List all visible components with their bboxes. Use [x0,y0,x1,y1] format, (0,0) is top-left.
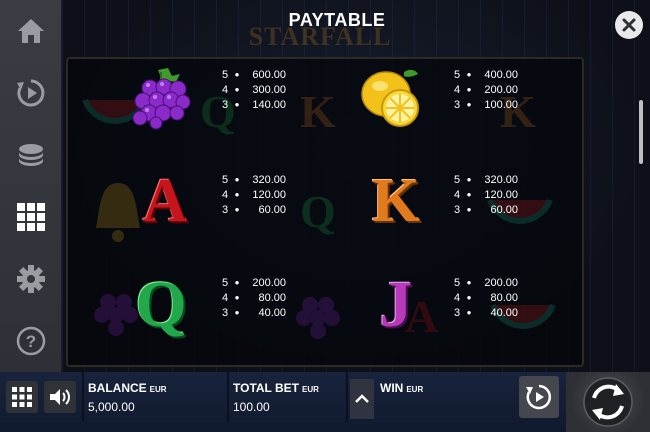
pay-row: 5 ● 320.00 [454,173,518,186]
bottom-bar: BALANCE EUR 5,000.00 TOTAL BET EUR 100.00 … [0,372,650,432]
autoplay-button[interactable] [519,376,559,418]
grid-icon [12,387,32,407]
spin-button[interactable] [566,372,650,432]
bullet-icon: ● [234,293,240,302]
lemon-paytable: 5 ● 400.00 4 ● 200.00 3 ● 100.00 [454,67,518,112]
pay-row: 3 ● 40.00 [222,306,286,319]
autoplay-icon [526,384,552,410]
pay-row: 3 ● 140.00 [222,98,286,111]
j-symbol-icon: J [379,268,413,341]
grid-icon [16,203,45,231]
sound-button[interactable] [44,381,76,413]
win-label: WIN EUR [380,381,424,395]
bullet-icon: ● [466,100,472,109]
a-paytable: 5 ● 320.00 4 ● 120.00 3 ● 60.00 [222,172,286,217]
pay-row: 5 ● 400.00 [454,68,518,81]
balance-value: 5,000.00 [88,400,135,414]
bullet-icon: ● [466,278,472,287]
home-icon [17,19,44,43]
q-symbol-icon: Q [135,268,187,341]
autoplay-icon [16,79,44,107]
total-bet-value: 100.00 [233,400,270,414]
gear-icon [16,265,45,293]
bullet-icon: ● [234,85,240,94]
close-button[interactable] [615,11,643,39]
k-ghost-icon: K [300,86,336,137]
bullet-icon: ● [466,175,472,184]
close-icon [622,18,636,32]
spin-icon [583,377,633,427]
bullet-icon: ● [466,70,472,79]
bet-up-button[interactable] [350,379,374,419]
bullet-icon: ● [466,293,472,302]
pay-row: 3 ● 100.00 [454,98,518,111]
bullet-icon: ● [466,308,472,317]
pay-row: 4 ● 80.00 [454,291,518,304]
grapes-paytable: 5 ● 600.00 4 ● 300.00 3 ● 140.00 [222,67,286,112]
bullet-icon: ● [234,205,240,214]
pay-row: 4 ● 200.00 [454,83,518,96]
paytable-scrollbar[interactable] [639,100,643,164]
divider [82,372,84,422]
bullet-icon: ● [234,278,240,287]
k-paytable: 5 ● 320.00 4 ● 120.00 3 ● 60.00 [454,172,518,217]
pay-row: 3 ● 60.00 [222,203,286,216]
pay-row: 3 ● 60.00 [454,203,518,216]
bullet-icon: ● [234,190,240,199]
j-paytable: 5 ● 200.00 4 ● 80.00 3 ● 40.00 [454,275,518,320]
paytable-button[interactable] [0,186,61,248]
pay-row: 5 ● 600.00 [222,68,286,81]
grapes-ghost-icon [296,297,340,339]
k-symbol-icon: K [371,167,421,235]
q-ghost-icon: Q [300,186,336,237]
page-title: PAYTABLE [288,10,386,30]
pay-row: 4 ● 80.00 [222,291,286,304]
pay-row: 5 ● 200.00 [454,276,518,289]
lemon-symbol-icon [361,69,419,127]
autoplay-button[interactable] [0,62,61,124]
pay-row: 5 ● 200.00 [222,276,286,289]
bullet-icon: ● [234,70,240,79]
pay-row: 4 ● 300.00 [222,83,286,96]
help-icon: ? [16,326,45,356]
left-sidebar: ? [0,0,62,372]
a-symbol-icon: A [142,167,188,235]
bullet-icon: ● [466,85,472,94]
home-button[interactable] [0,0,61,62]
balance-label: BALANCE EUR [88,381,167,395]
pay-row: 4 ● 120.00 [222,188,286,201]
q-paytable: 5 ● 200.00 4 ● 80.00 3 ● 40.00 [222,275,286,320]
divider [346,372,348,422]
bullet-icon: ● [466,190,472,199]
chevron-up-icon [355,394,369,403]
total-bet-label: TOTAL BET EUR [233,381,319,395]
grapes-symbol-icon [132,68,191,130]
bullet-icon: ● [234,100,240,109]
bullet-icon: ● [234,308,240,317]
help-button[interactable]: ? [0,310,61,372]
bullet-icon: ● [466,205,472,214]
bet-settings-button[interactable] [0,124,61,186]
divider [227,372,229,422]
speaker-icon [50,389,70,405]
coins-icon [18,144,43,166]
bullet-icon: ● [234,175,240,184]
menu-button[interactable] [6,381,38,413]
settings-button[interactable] [0,248,61,310]
pay-row: 4 ● 120.00 [454,188,518,201]
pay-row: 3 ● 40.00 [454,306,518,319]
pay-row: 5 ● 320.00 [222,173,286,186]
svg-text:?: ? [25,332,35,351]
